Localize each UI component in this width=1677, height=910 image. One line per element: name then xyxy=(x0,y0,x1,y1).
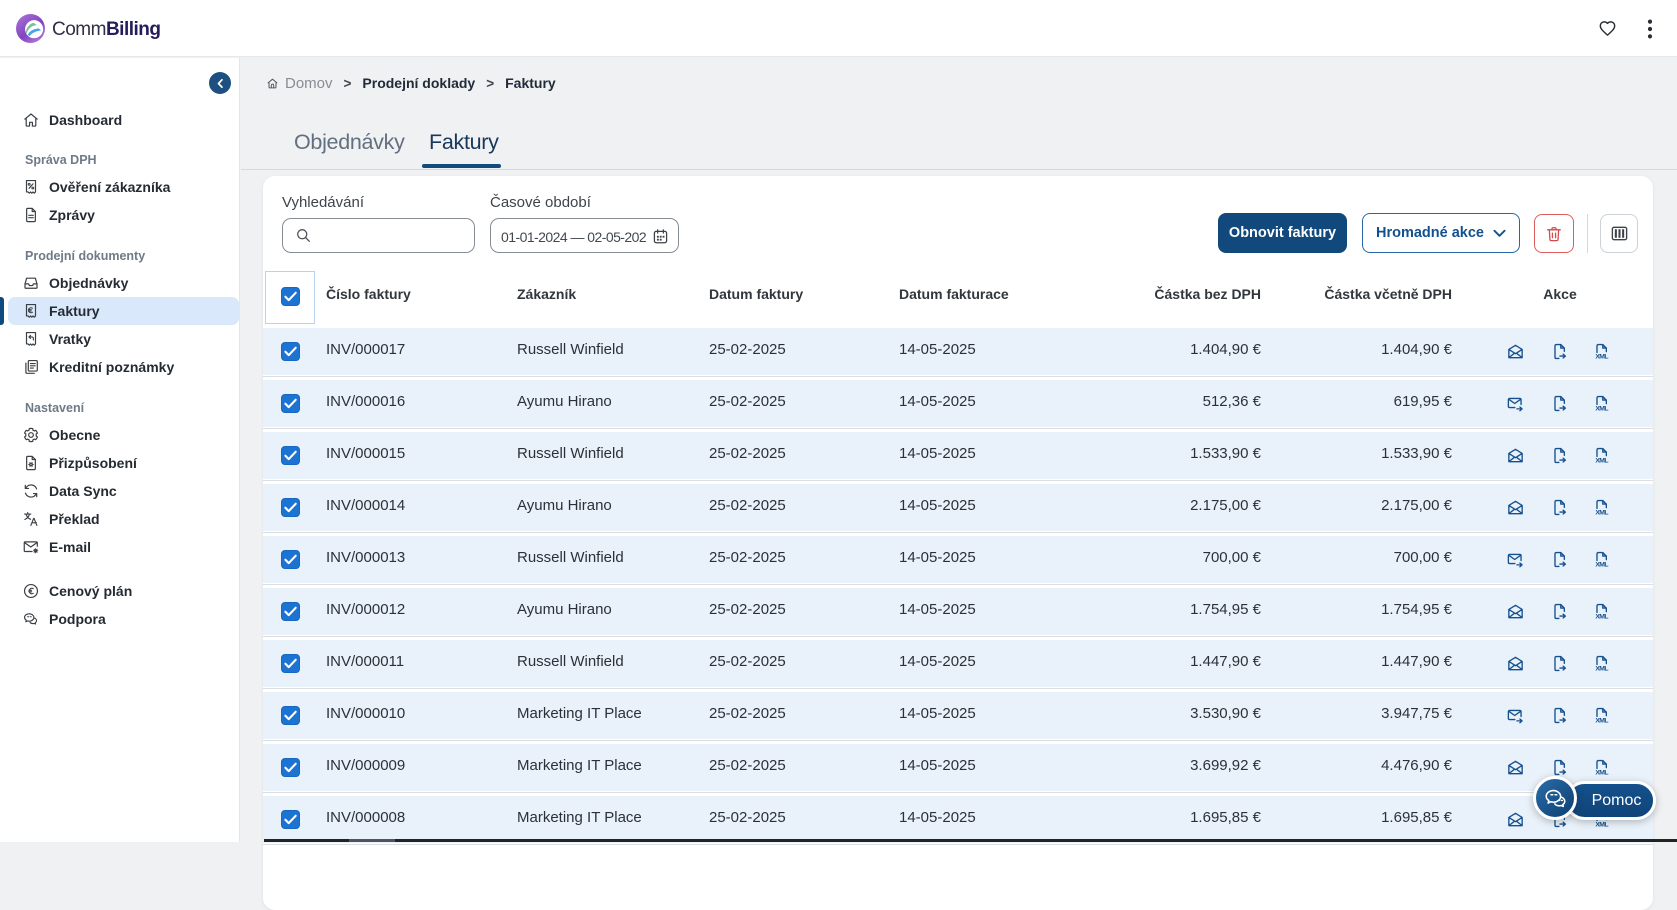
svg-text:XML: XML xyxy=(1595,717,1608,724)
svg-text:XML: XML xyxy=(1595,405,1608,412)
svg-text:XML: XML xyxy=(1595,457,1608,464)
svg-text:XML: XML xyxy=(1595,769,1608,776)
svg-text:XML: XML xyxy=(1595,561,1608,568)
svg-text:XML: XML xyxy=(1595,665,1608,672)
svg-text:XML: XML xyxy=(1595,821,1608,828)
svg-text:XML: XML xyxy=(1595,509,1608,516)
svg-text:XML: XML xyxy=(1595,613,1608,620)
svg-text:XML: XML xyxy=(1595,353,1608,360)
